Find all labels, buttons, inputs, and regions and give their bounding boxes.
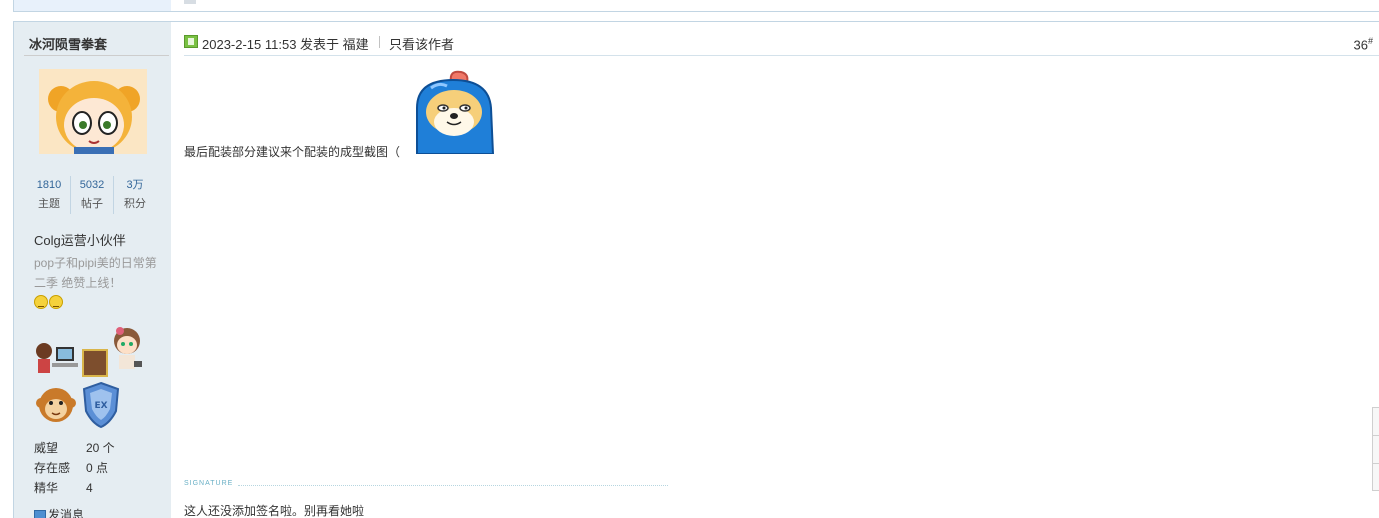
divider (184, 55, 1379, 56)
emoji-row (34, 295, 63, 309)
info-row: 威望 20 个 (34, 438, 154, 458)
previous-post-icon (184, 0, 196, 4)
divider (13, 21, 1379, 22)
stat-label: 主题 (38, 198, 60, 210)
info-row: 精华 4 (34, 478, 154, 498)
stat-topics[interactable]: 1810 主题 (28, 176, 70, 214)
divider (1373, 463, 1379, 464)
post-time: 2023-2-15 11:53 发表于 福建 (202, 37, 369, 52)
side-float-buttons[interactable] (1372, 407, 1379, 491)
medal-icon[interactable] (32, 337, 78, 377)
info-key: 精华 (34, 481, 59, 495)
stat-posts[interactable]: 5032 帖子 (70, 176, 113, 214)
signature-text: 这人还没添加签名啦。别再看她啦 (184, 504, 365, 518)
envelope-icon (34, 509, 46, 518)
stat-label: 帖子 (81, 198, 103, 210)
smile-emoji-icon (34, 295, 48, 309)
user-group[interactable]: Colg运营小伙伴 (34, 230, 126, 249)
avatar[interactable] (39, 69, 147, 154)
info-row: 存在感 0 点 (34, 458, 154, 478)
send-message-link[interactable]: 发消息 (34, 506, 84, 518)
divider (1373, 435, 1379, 436)
info-key: 威望 (34, 441, 59, 455)
info-value: 4 (86, 481, 93, 495)
smile-emoji-icon (49, 295, 63, 309)
signature-divider (238, 485, 668, 486)
shiba-sticker-image (416, 70, 495, 154)
author-info: 威望 20 个 存在感 0 点 精华 4 (34, 438, 154, 498)
author-sidebar: 冰河陨雪拳套 1810 主题 5032 帖子 3万 积分 Colg运营小伙伴 p… (13, 22, 171, 518)
info-value: 0 点 (86, 461, 109, 475)
info-value: 20 个 (86, 441, 115, 455)
info-key: 存在感 (34, 461, 71, 475)
author-stats: 1810 主题 5032 帖子 3万 积分 (28, 176, 156, 214)
medal-list: EX (32, 325, 160, 430)
divider (13, 11, 1379, 12)
stat-value: 1810 (36, 179, 62, 191)
signature-label: SIGNATURE (184, 480, 234, 487)
author-name-link[interactable]: 冰河陨雪拳套 (29, 34, 107, 53)
post-content: 最后配装部分建议来个配装的成型截图（ (184, 145, 401, 159)
online-status-icon (184, 35, 198, 48)
author-only-link[interactable]: 只看该作者 (389, 34, 454, 53)
svg-text:EX: EX (94, 401, 107, 411)
forum-post-page: 冰河陨雪拳套 1810 主题 5032 帖子 3万 积分 Colg运营小伙伴 p… (0, 0, 1379, 518)
divider (24, 55, 169, 56)
stat-label: 积分 (124, 198, 146, 210)
medal-icon[interactable] (82, 349, 108, 377)
post-header: 2023-2-15 11:53 发表于 福建 只看该作者 36# (184, 32, 1379, 56)
stat-points[interactable]: 3万 积分 (113, 176, 156, 214)
previous-post-remnant (0, 0, 1379, 22)
divider (379, 36, 380, 48)
shield-medal-icon[interactable]: EX (80, 381, 122, 429)
monkey-medal-icon[interactable] (36, 383, 76, 427)
floor-number-value: 36 (1353, 37, 1368, 53)
floor-mark: # (1367, 36, 1373, 46)
send-message-label: 发消息 (48, 508, 85, 518)
stat-value: 5032 (79, 179, 105, 191)
stat-value: 3万 (126, 179, 144, 191)
custom-title: pop子和pipi美的日常第二季 绝赞上线！ (34, 256, 157, 290)
medal-icon[interactable] (110, 325, 144, 375)
floor-number[interactable]: 36# (1354, 36, 1373, 52)
